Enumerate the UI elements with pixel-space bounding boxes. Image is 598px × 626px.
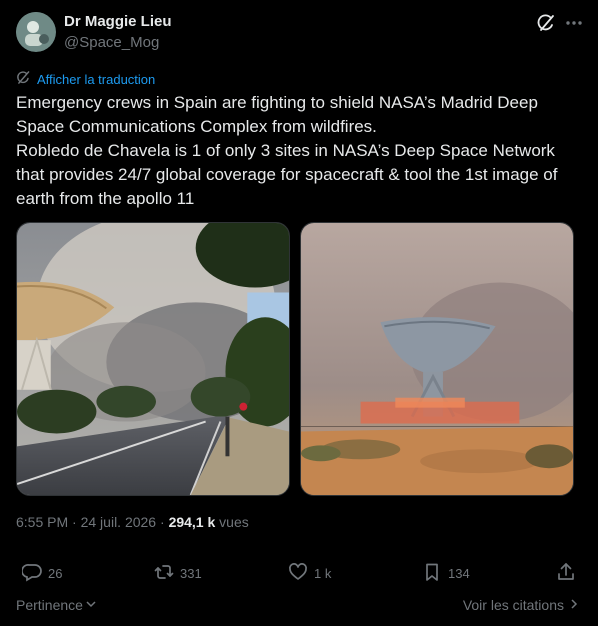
like-count: 1 k	[314, 566, 332, 581]
bookmark-count: 134	[448, 566, 470, 581]
more-icon[interactable]	[564, 13, 584, 33]
chevron-down-icon	[85, 597, 97, 613]
view-quotes-link[interactable]: Voir les citations	[463, 597, 580, 613]
translate-label: Afficher la traduction	[37, 71, 156, 87]
repost-button[interactable]: 331	[154, 562, 202, 585]
tweet-date[interactable]: 24 juil. 2026	[81, 514, 157, 530]
translate-icon	[16, 70, 31, 88]
media-image-dish-fire[interactable]	[300, 222, 574, 496]
grok-icon[interactable]	[536, 13, 556, 33]
share-icon	[556, 562, 576, 585]
repost-count: 331	[180, 566, 202, 581]
like-button[interactable]: 1 k	[288, 562, 331, 585]
relevance-dropdown[interactable]: Pertinence	[16, 597, 97, 613]
view-quotes-label: Voir les citations	[462, 597, 564, 613]
reply-icon	[21, 562, 42, 585]
translate-link[interactable]: Afficher la traduction	[16, 70, 155, 88]
meta-separator: ·	[72, 514, 77, 530]
reply-count: 26	[48, 566, 63, 581]
share-button[interactable]	[556, 562, 576, 585]
action-bar: 26 331 1 k 134	[16, 562, 582, 586]
views-label: vues	[219, 514, 249, 530]
tweet-time[interactable]: 6:55 PM	[16, 514, 68, 530]
like-icon	[288, 562, 308, 585]
author-name[interactable]: Dr Maggie Lieu	[64, 13, 172, 30]
bookmark-icon	[422, 562, 442, 585]
bookmark-button[interactable]: 134	[422, 562, 470, 585]
media-image-dish-road[interactable]	[16, 222, 290, 496]
author-handle[interactable]: @Space_Mog	[64, 34, 159, 51]
relevance-label: Pertinence	[16, 597, 83, 613]
chevron-right-icon	[568, 597, 580, 613]
repost-icon	[154, 562, 174, 585]
views-count: 294,1 k	[168, 514, 216, 530]
avatar[interactable]	[16, 12, 56, 52]
reply-button[interactable]: 26	[21, 562, 63, 585]
tweet-text: Emergency crews in Spain are fighting to…	[16, 93, 558, 208]
tweet-meta: 6:55 PM · 24 juil. 2026 · 294,1 k vues	[16, 514, 249, 530]
meta-separator: ·	[160, 514, 165, 530]
